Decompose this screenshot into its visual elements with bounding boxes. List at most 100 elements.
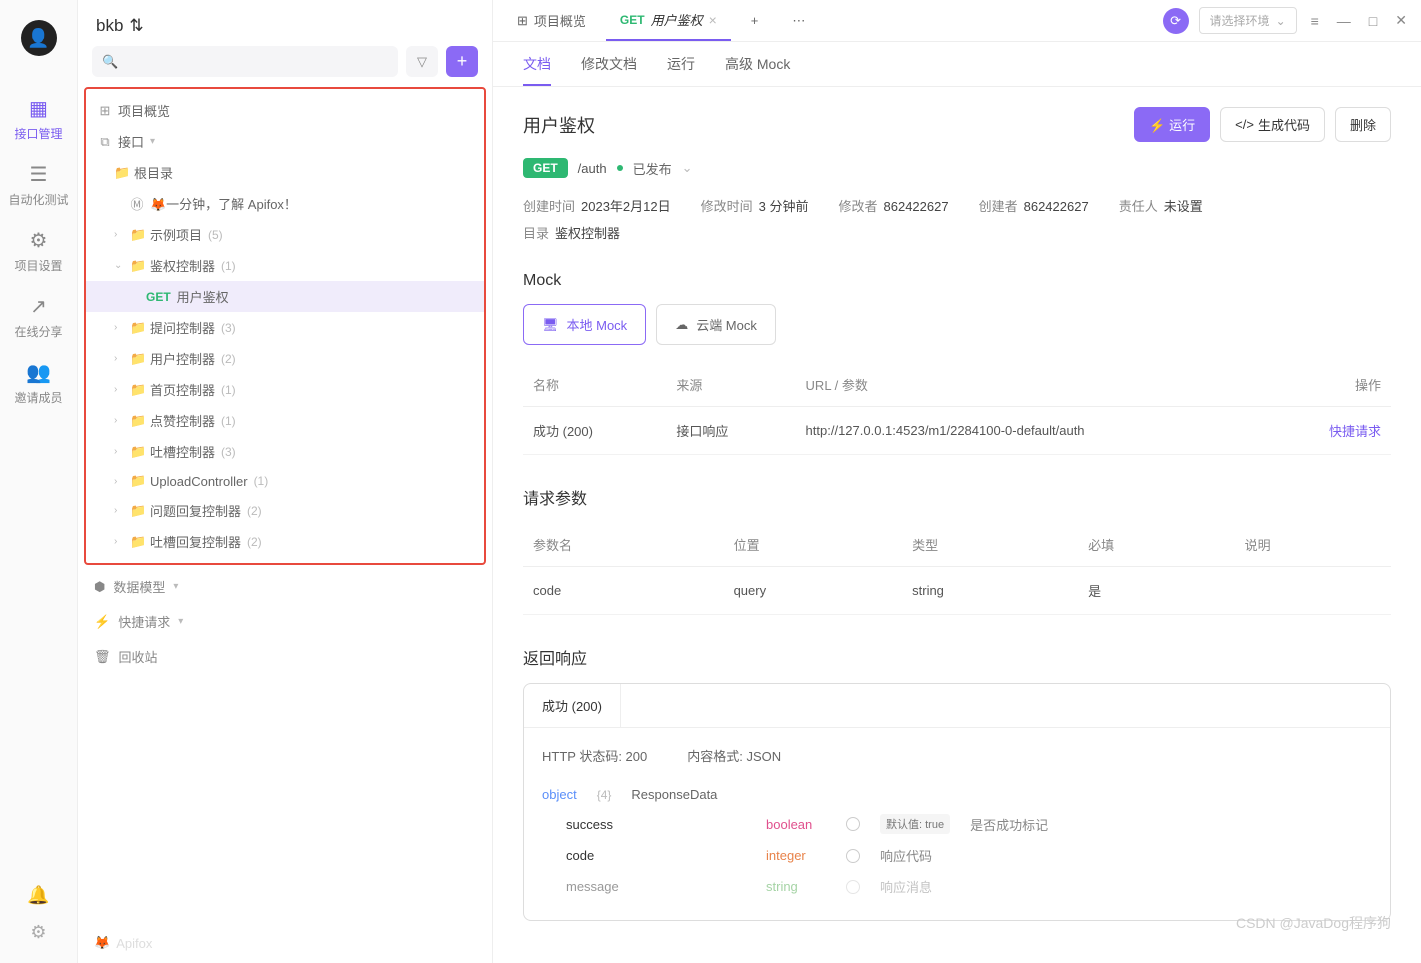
radio-icon[interactable] — [846, 849, 860, 863]
brand-logo: 🦊 Apifox — [78, 923, 492, 963]
filter-icon: ▽ — [417, 54, 427, 70]
env-label: 请选择环境 — [1210, 12, 1270, 29]
tree-label: 提问控制器 — [150, 318, 215, 337]
tab-bar: ⊞ 项目概览 GET 用户鉴权 × + ⋯ ⟳ 请选择环境 ⌄ ≡ — □ ✕ — [493, 0, 1421, 42]
field-type: integer — [766, 848, 826, 863]
chevron-updown-icon: ⇅ — [129, 16, 143, 36]
subtab-run[interactable]: 运行 — [667, 54, 695, 86]
tree-upload-controller[interactable]: › 📁 UploadController (1) — [86, 467, 484, 495]
env-selector[interactable]: 请选择环境 ⌄ — [1199, 7, 1297, 34]
tree-intro[interactable]: Ⓜ 🦊一分钟，了解 Apifox！ — [86, 188, 484, 219]
maximize-button[interactable]: □ — [1365, 9, 1381, 33]
response-box: 成功 (200) HTTP 状态码: 200 内容格式: JSON object… — [523, 683, 1391, 921]
count-badge: (1) — [221, 383, 236, 397]
chevron-down-icon: ▾ — [178, 616, 188, 627]
schema-desc: ResponseData — [631, 787, 717, 802]
count-badge: (2) — [221, 352, 236, 366]
tree-user-controller[interactable]: › 📁 用户控制器 (2) — [86, 343, 484, 374]
close-icon[interactable]: × — [709, 12, 717, 28]
response-tab[interactable]: 成功 (200) — [524, 684, 621, 727]
tree-like-controller[interactable]: › 📁 点赞控制器 (1) — [86, 405, 484, 436]
avatar[interactable]: 👤 — [21, 20, 57, 56]
quick-request-link[interactable]: 快捷请求 — [1329, 424, 1381, 439]
nav-automation[interactable]: ☰ 自动化测试 — [0, 152, 77, 218]
nav-share[interactable]: ↗ 在线分享 — [0, 284, 77, 350]
count-badge: (1) — [221, 259, 236, 273]
sync-button[interactable]: ⟳ — [1163, 8, 1189, 34]
tab-label: 用户鉴权 — [651, 10, 703, 29]
tab-api[interactable]: GET 用户鉴权 × — [606, 0, 731, 41]
mock-tab-local[interactable]: 🖥 本地 Mock — [523, 304, 646, 345]
chevron-right-icon: › — [114, 446, 124, 457]
run-button[interactable]: ⚡ 运行 — [1134, 107, 1210, 142]
tree-comment-controller[interactable]: › 📁 吐槽控制器 (3) — [86, 436, 484, 467]
nav-settings[interactable]: ⚙ 项目设置 — [0, 218, 77, 284]
layout-button[interactable]: ≡ — [1307, 9, 1323, 33]
radio-icon[interactable] — [846, 817, 860, 831]
tree-home-controller[interactable]: › 📁 首页控制器 (1) — [86, 374, 484, 405]
sub-tabs: 文档 修改文档 运行 高级 Mock — [493, 42, 1421, 87]
chevron-down-icon[interactable]: ⌄ — [682, 160, 693, 176]
cell-name: code — [523, 567, 724, 615]
label: 回收站 — [119, 647, 158, 666]
tree-root-dir[interactable]: 📁 根目录 — [86, 157, 484, 188]
count-badge: (1) — [221, 414, 236, 428]
mock-section-title: Mock — [523, 272, 1391, 290]
tree-question-controller[interactable]: › 📁 提问控制器 (3) — [86, 312, 484, 343]
search-input[interactable] — [92, 46, 398, 77]
bell-icon[interactable]: 🔔 — [27, 885, 49, 906]
monitor-icon: 🖥 — [542, 317, 559, 333]
subtab-edit[interactable]: 修改文档 — [581, 54, 637, 86]
subtab-doc[interactable]: 文档 — [523, 54, 551, 86]
count-badge: (2) — [247, 504, 262, 518]
folder-icon: 📁 — [130, 258, 144, 274]
nav-api-manage[interactable]: ▦ 接口管理 — [0, 86, 77, 152]
tree-label: 吐槽控制器 — [150, 442, 215, 461]
tree-example[interactable]: › 📁 示例项目 (5) — [86, 219, 484, 250]
tab-add[interactable]: + — [737, 0, 773, 41]
fox-icon: 🦊 — [94, 935, 110, 951]
nav-invite[interactable]: 👥 邀请成员 — [0, 350, 77, 416]
project-selector[interactable]: bkb ⇅ — [78, 0, 492, 46]
schema-root[interactable]: object — [542, 787, 577, 802]
method-badge: GET — [523, 158, 568, 178]
nav-label: 邀请成员 — [14, 389, 62, 406]
tree-api-user-auth[interactable]: GET 用户鉴权 — [86, 281, 484, 312]
filter-button[interactable]: ▽ — [406, 46, 438, 77]
cell-pos: query — [724, 567, 903, 615]
tree-data-model[interactable]: ⬢ 数据模型 ▾ — [78, 569, 492, 604]
gen-code-button[interactable]: </> 生成代码 — [1220, 107, 1325, 142]
grid-icon: ▦ — [29, 96, 48, 121]
field-type: string — [766, 879, 826, 894]
tab-overview[interactable]: ⊞ 项目概览 — [503, 0, 600, 41]
settings-icon[interactable]: ⚙ — [30, 922, 46, 943]
tree-comment-reply-controller[interactable]: › 📁 吐槽回复控制器 (2) — [86, 526, 484, 557]
tree-overview[interactable]: ⊞ 项目概览 — [86, 95, 484, 126]
tree-trash[interactable]: 🗑 回收站 — [78, 639, 492, 674]
folder-icon: 📁 — [130, 473, 144, 489]
add-button[interactable]: + — [446, 46, 478, 77]
chevron-down-icon: ⌄ — [1276, 14, 1286, 28]
col-url: URL / 参数 — [796, 363, 1262, 407]
radio-icon[interactable] — [846, 880, 860, 894]
table-row: 成功 (200) 接口响应 http://127.0.0.1:4523/m1/2… — [523, 407, 1391, 455]
tab-more[interactable]: ⋯ — [778, 0, 819, 41]
chevron-right-icon: › — [114, 384, 124, 395]
close-button[interactable]: ✕ — [1391, 8, 1411, 33]
folder-icon: 📁 — [114, 165, 128, 181]
tree-quick-request[interactable]: ⚡ 快捷请求 ▾ — [78, 604, 492, 639]
mock-table: 名称 来源 URL / 参数 操作 成功 (200) 接口响应 http://1… — [523, 363, 1391, 455]
meta-creator: 创建者862422627 — [979, 196, 1089, 215]
mock-tab-cloud[interactable]: ☁ 云端 Mock — [656, 304, 776, 345]
chevron-right-icon: › — [114, 415, 124, 426]
delete-button[interactable]: 删除 — [1335, 107, 1391, 142]
folder-icon: 📁 — [130, 382, 144, 398]
minimize-button[interactable]: — — [1333, 9, 1355, 33]
field-type: boolean — [766, 817, 826, 832]
tree-auth-controller[interactable]: ⌄ 📁 鉴权控制器 (1) — [86, 250, 484, 281]
tree-question-reply-controller[interactable]: › 📁 问题回复控制器 (2) — [86, 495, 484, 526]
grid-icon: ⊞ — [98, 103, 112, 119]
subtab-mock[interactable]: 高级 Mock — [725, 54, 790, 86]
chevron-right-icon: › — [114, 229, 124, 240]
tree-interface-root[interactable]: ⧉ 接口 ▾ — [86, 126, 484, 157]
